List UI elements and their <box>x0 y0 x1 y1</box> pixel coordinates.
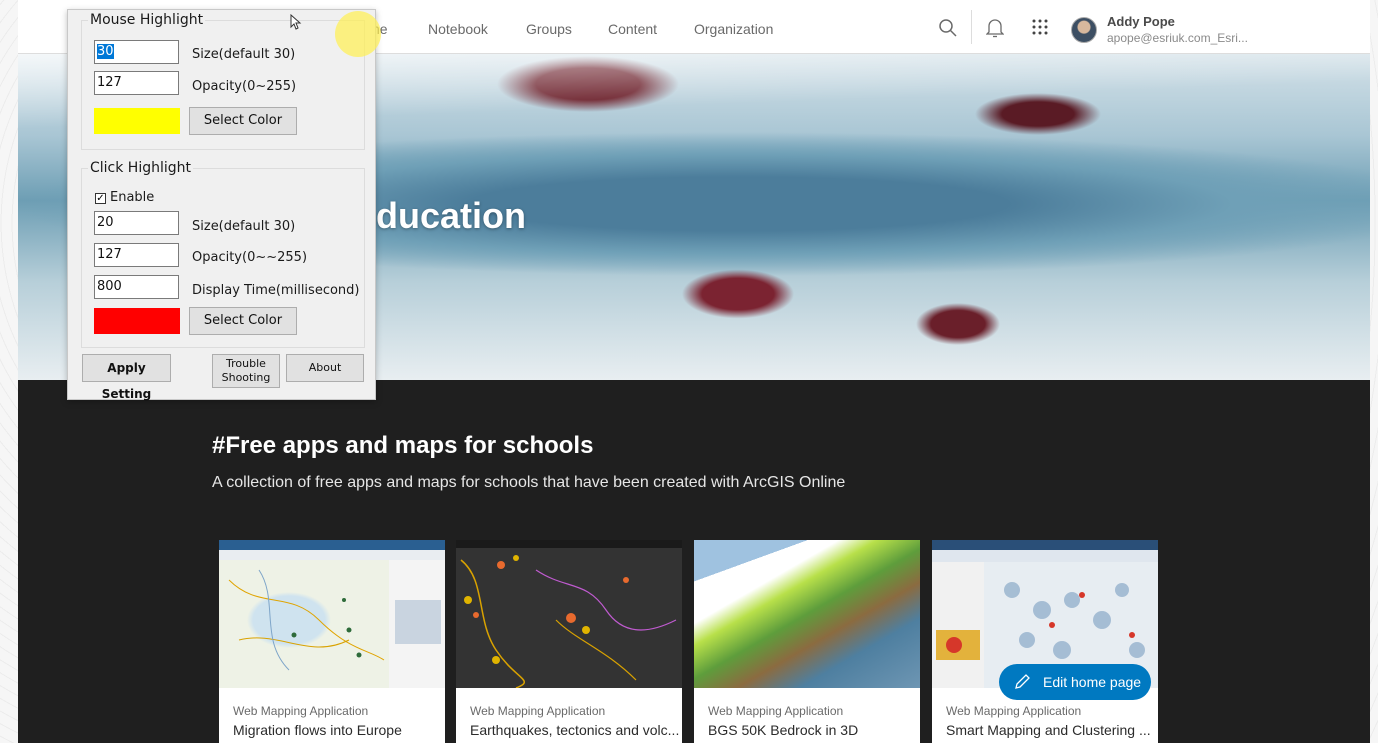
enable-checkbox[interactable]: ✓ <box>95 193 106 204</box>
click-opacity-input[interactable]: 127 <box>94 243 179 267</box>
mouse-highlight-spot <box>335 11 381 57</box>
user-email: apope@esriuk.com_Esri... <box>1107 31 1248 45</box>
notification-bell-icon[interactable] <box>984 18 1006 40</box>
gallery-card[interactable]: Web Mapping Application Earthquakes, tec… <box>456 540 682 743</box>
mouse-size-label: Size(default 30) <box>192 47 296 62</box>
trouble-shooting-button[interactable]: Trouble Shooting <box>212 354 280 388</box>
card-type: Web Mapping Application <box>708 704 844 718</box>
card-type: Web Mapping Application <box>946 704 1082 718</box>
trouble-shooting-label-2: Shooting <box>221 371 271 384</box>
nav-item-content[interactable]: Content <box>608 21 657 37</box>
nav-divider <box>971 10 972 44</box>
mouse-opacity-input[interactable]: 127 <box>94 71 179 95</box>
mouse-size-input[interactable]: 30 <box>94 40 179 64</box>
app-launcher-grid-icon[interactable] <box>1029 18 1051 40</box>
click-select-color-button[interactable]: Select Color <box>189 307 297 335</box>
enable-label: Enable <box>110 190 155 205</box>
trouble-shooting-label-1: Trouble <box>226 357 266 370</box>
card-title[interactable]: Migration flows into Europe <box>233 722 402 738</box>
click-size-label: Size(default 30) <box>192 219 296 234</box>
click-opacity-label: Opacity(0~~255) <box>192 250 308 265</box>
section-title: #Free apps and maps for schools <box>212 432 594 459</box>
highlight-settings-dialog: Mouse Highlight 30 Size(default 30) 127 … <box>67 9 381 401</box>
gallery-card[interactable]: Web Mapping Application Smart Mapping an… <box>932 540 1158 743</box>
edit-home-page-label: Edit home page <box>1043 674 1142 690</box>
hero-title: ducation <box>376 195 526 236</box>
mouse-highlight-title: Mouse Highlight <box>88 12 206 28</box>
card-thumbnail-europe-map <box>219 540 445 688</box>
card-thumbnail-bedrock-3d <box>694 540 920 688</box>
search-icon[interactable] <box>937 18 959 40</box>
mouse-select-color-button[interactable]: Select Color <box>189 107 297 135</box>
card-type: Web Mapping Application <box>233 704 369 718</box>
mouse-color-swatch <box>94 108 180 134</box>
card-title[interactable]: Smart Mapping and Clustering ... <box>946 722 1151 738</box>
about-button[interactable]: About <box>286 354 364 382</box>
gallery-card[interactable]: Web Mapping Application BGS 50K Bedrock … <box>694 540 920 743</box>
display-time-input[interactable]: 800 <box>94 275 179 299</box>
card-type: Web Mapping Application <box>470 704 606 718</box>
mouse-cursor-icon <box>290 13 302 34</box>
display-time-label: Display Time(millisecond) <box>192 283 360 298</box>
avatar[interactable] <box>1071 17 1097 43</box>
nav-item-notebook[interactable]: Notebook <box>428 21 488 37</box>
card-thumbnail-earthquake-map <box>456 540 682 688</box>
nav-item-groups[interactable]: Groups <box>526 21 572 37</box>
edit-home-page-button[interactable]: Edit home page <box>999 664 1151 700</box>
apply-setting-button[interactable]: Apply Setting <box>82 354 171 401</box>
click-color-swatch <box>94 308 180 334</box>
section-description: A collection of free apps and maps for s… <box>212 474 846 491</box>
pencil-icon <box>1013 673 1031 696</box>
click-size-input[interactable]: 20 <box>94 211 179 235</box>
click-highlight-title: Click Highlight <box>88 160 194 176</box>
nav-item-organization[interactable]: Organization <box>694 21 773 37</box>
card-title[interactable]: BGS 50K Bedrock in 3D <box>708 722 858 738</box>
card-title[interactable]: Earthquakes, tectonics and volc... <box>470 722 679 738</box>
mouse-size-value: 30 <box>97 44 114 59</box>
gallery-card[interactable]: Web Mapping Application Migration flows … <box>219 540 445 743</box>
mouse-opacity-label: Opacity(0~255) <box>192 79 297 94</box>
user-name[interactable]: Addy Pope <box>1107 14 1175 29</box>
